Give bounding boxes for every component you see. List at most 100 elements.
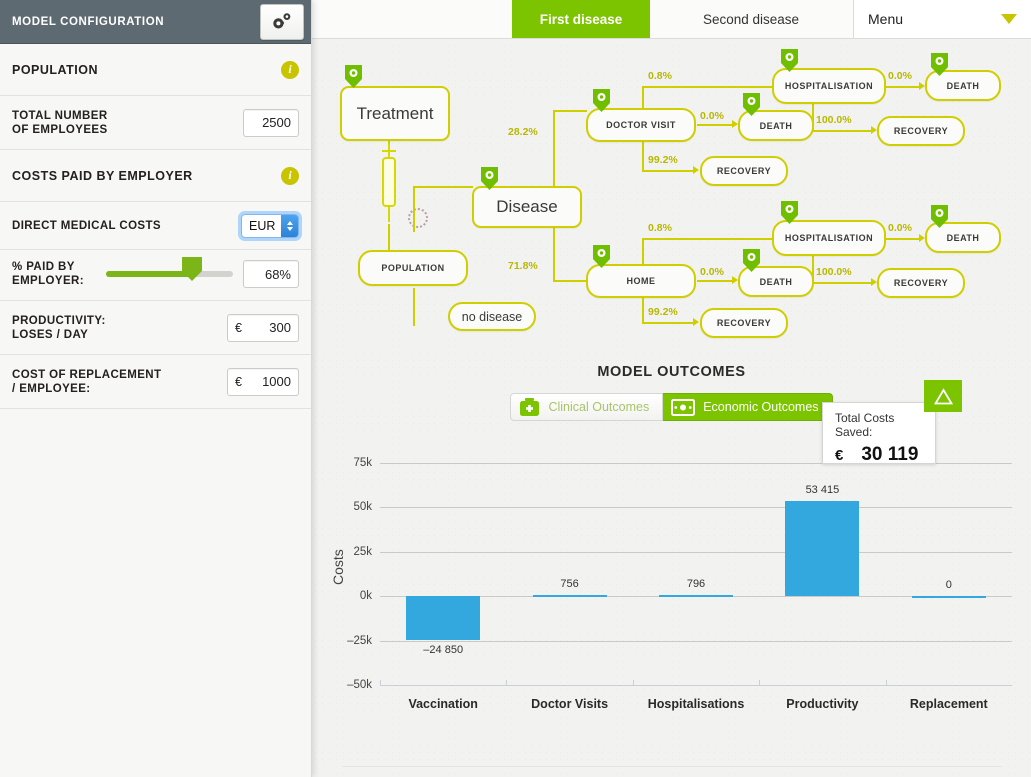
callout-title: Total Costs Saved:: [835, 411, 895, 439]
node-label: DEATH: [946, 232, 980, 243]
total-employees-label: TOTAL NUMBER OF EMPLOYEES: [12, 109, 108, 137]
node-label: DEATH: [759, 120, 793, 131]
slider-handle[interactable]: [181, 256, 203, 282]
syringe-icon: [382, 144, 396, 222]
node-label: no disease: [461, 309, 523, 324]
chart-x-axis: [380, 685, 1012, 686]
model-outcomes-title: MODEL OUTCOMES: [597, 364, 746, 380]
disease-flow-diagram: Treatment POPULATION no disease Disease …: [312, 38, 1031, 350]
gear-pin-icon[interactable]: [592, 88, 611, 113]
costs-bar-chart: Costs 75k 50k 25k 0k –25k –50k –24 850 Vaccinat…: [312, 380, 1031, 745]
info-icon[interactable]: i: [281, 166, 299, 185]
percent-home-to-hospitalisation: 0.8%: [648, 222, 672, 234]
replacement-input[interactable]: € 1000: [227, 367, 299, 396]
delta-badge-button[interactable]: [924, 380, 962, 412]
edge: [812, 282, 872, 284]
chart-bar[interactable]: [532, 594, 607, 597]
gear-pin-icon[interactable]: [742, 248, 761, 273]
chart-bar[interactable]: [785, 501, 860, 597]
gear-pin-icon[interactable]: [780, 200, 799, 225]
node-recovery-hospitalisation-bottom[interactable]: RECOVERY: [877, 268, 965, 298]
chart-x-tick: [885, 680, 887, 685]
tab-clinical-outcomes[interactable]: Clinical Outcomes: [510, 393, 664, 421]
node-home[interactable]: HOME: [586, 264, 696, 298]
settings-button[interactable]: [260, 4, 304, 40]
menu-dropdown[interactable]: Menu: [853, 0, 1031, 38]
node-hospitalisation-top[interactable]: HOSPITALISATION: [772, 68, 886, 104]
node-label: DEATH: [946, 80, 980, 91]
chart-bar[interactable]: [911, 596, 986, 599]
chart-gridline: [380, 640, 1012, 642]
productivity-input[interactable]: € 300: [227, 313, 299, 342]
chart-bar-value-label: 0: [945, 579, 952, 592]
chart-gridline: [380, 507, 1012, 509]
chart-bar[interactable]: [659, 594, 733, 597]
label-line-1: TOTAL NUMBER: [12, 109, 108, 122]
stepper-icon[interactable]: [281, 214, 298, 237]
edge: [642, 238, 772, 240]
percent-paid-slider[interactable]: [106, 257, 233, 281]
edge: [697, 280, 733, 282]
node-label: HOSPITALISATION: [784, 81, 874, 91]
gear-pin-icon[interactable]: [742, 92, 761, 117]
edge: [553, 110, 587, 112]
tab-first-disease[interactable]: First disease: [512, 0, 650, 38]
banknote-icon: [671, 398, 696, 416]
label-line-2: LOSES / DAY: [12, 328, 89, 341]
node-recovery-doctor-visit[interactable]: RECOVERY: [700, 156, 788, 186]
edge: [697, 124, 733, 126]
edge: [642, 322, 694, 324]
label-line-2: / EMPLOYEE:: [12, 382, 91, 395]
node-disease[interactable]: Disease: [472, 186, 582, 228]
tab-second-disease-label: Second disease: [702, 11, 800, 27]
node-label: HOSPITALISATION: [784, 233, 874, 243]
tab-second-disease[interactable]: Second disease: [650, 0, 852, 38]
field-direct-medical-costs: DIRECT MEDICAL COSTS EUR: [0, 202, 311, 250]
callout-value: 30 119: [861, 444, 919, 465]
tab-economic-outcomes[interactable]: Economic Outcomes: [663, 393, 833, 421]
page-title: MODEL CONFIGURATION: [12, 15, 165, 28]
node-recovery-home[interactable]: RECOVERY: [700, 308, 788, 338]
gear-pin-icon[interactable]: [780, 48, 799, 73]
model-configuration-sidebar: MODEL CONFIGURATION POPULATION i TOTAL N…: [0, 0, 312, 777]
app-root: MODEL CONFIGURATION POPULATION i TOTAL N…: [0, 0, 1031, 777]
node-no-disease[interactable]: no disease: [448, 302, 536, 331]
chart-y-tick-label: –25k: [347, 634, 372, 647]
node-label: Treatment: [356, 103, 434, 123]
chart-x-category-label: Vaccination: [408, 697, 478, 711]
gear-pin-icon[interactable]: [344, 64, 363, 89]
gear-pin-icon[interactable]: [592, 244, 611, 269]
percent-hospitalisation-top-to-death: 0.0%: [888, 70, 912, 82]
node-hospitalisation-bottom[interactable]: HOSPITALISATION: [772, 220, 886, 256]
gear-pin-icon[interactable]: [480, 166, 499, 191]
edge: [553, 280, 587, 282]
dotted-circle-icon[interactable]: [408, 208, 428, 228]
node-population[interactable]: POPULATION: [358, 250, 468, 286]
percent-home-to-death: 0.0%: [700, 266, 724, 278]
tab-first-disease-label: First disease: [539, 11, 623, 27]
replacement-label: COST OF REPLACEMENT / EMPLOYEE:: [12, 368, 161, 396]
total-employees-input[interactable]: [243, 108, 299, 137]
model-outcomes-section: MODEL OUTCOMES Clinical Outcomes Economi…: [312, 350, 1031, 777]
chart-x-category-label: Productivity: [786, 697, 859, 711]
chart-bar-value-label: 53 415: [805, 484, 840, 497]
node-doctor-visit[interactable]: DOCTOR VISIT: [586, 108, 696, 142]
chart-bar[interactable]: [406, 596, 481, 641]
node-recovery-hospitalisation-top[interactable]: RECOVERY: [877, 116, 965, 146]
chart-bar-value-label: 756: [560, 577, 579, 590]
productivity-label: PRODUCTIVITY: LOSES / DAY: [12, 314, 106, 342]
menu-label: Menu: [868, 11, 904, 27]
percent-doctor-to-hospitalisation: 0.8%: [648, 70, 672, 82]
edge: [413, 186, 473, 188]
chart-x-tick: [380, 680, 381, 685]
slider-fill: [106, 271, 193, 277]
node-treatment[interactable]: Treatment: [340, 86, 450, 141]
info-icon[interactable]: i: [281, 60, 299, 79]
currency-select[interactable]: EUR: [241, 213, 299, 238]
gear-pin-icon[interactable]: [930, 204, 949, 229]
percent-paid-input[interactable]: [243, 260, 299, 288]
gear-pin-icon[interactable]: [930, 52, 949, 77]
arrow-icon: [693, 318, 699, 326]
label-line-1: % PAID BY: [12, 261, 75, 273]
edge: [642, 170, 694, 172]
